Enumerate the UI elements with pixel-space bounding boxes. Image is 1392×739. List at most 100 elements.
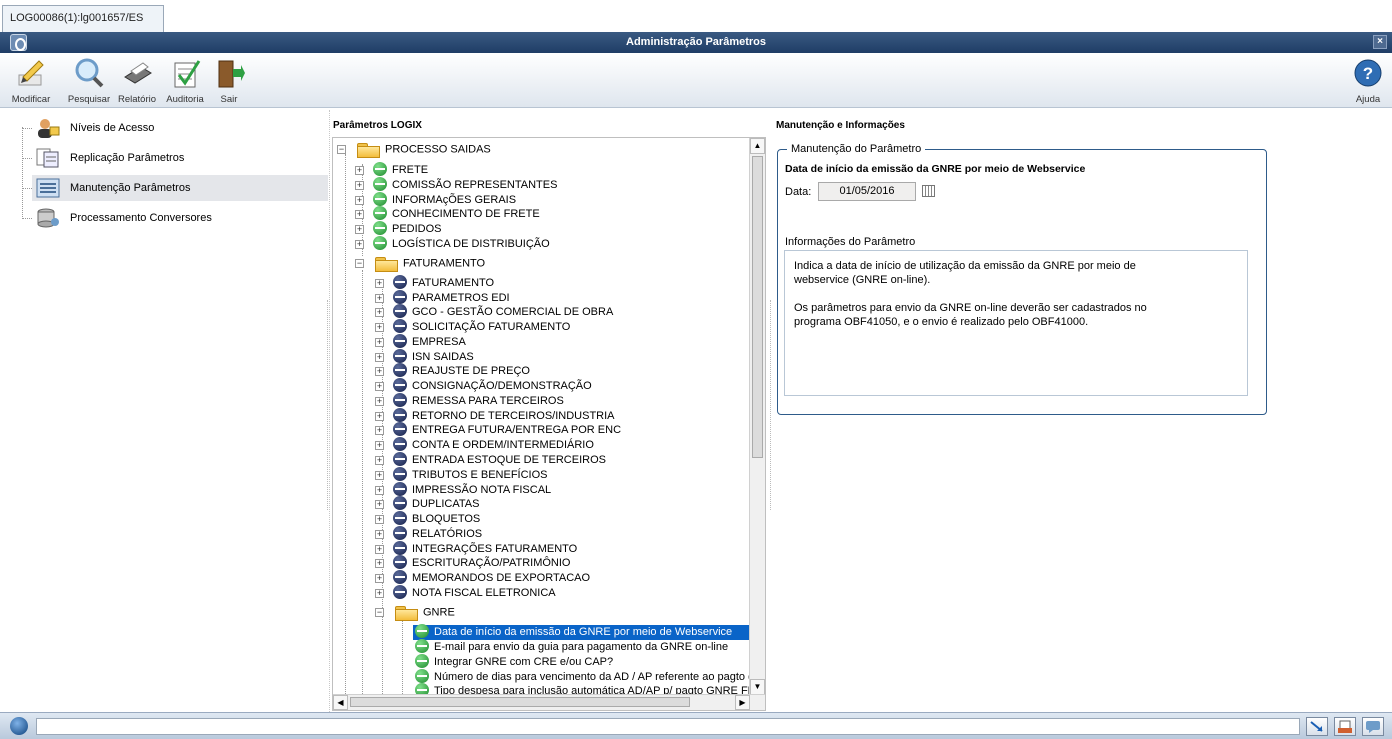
scroll-down-icon[interactable]: ▼ [750, 679, 765, 695]
tree-node[interactable]: + CONSIGNAÇÃO/DEMONSTRAÇÃO [375, 378, 592, 394]
search-button[interactable]: Pesquisar [62, 57, 116, 105]
tree-node[interactable]: + MEMORANDOS DE EXPORTACAO [375, 570, 590, 586]
expand-icon[interactable]: + [355, 210, 364, 219]
tree-node-gnre[interactable]: − GNRE [375, 605, 455, 621]
expand-icon[interactable]: + [355, 166, 364, 175]
nav-item-manutencao[interactable]: Manutenção Parâmetros [32, 175, 328, 201]
tree-node[interactable]: + NOTA FISCAL ELETRONICA [375, 585, 556, 601]
document-tab[interactable]: LOG00086(1):lg001657/ES [2, 5, 164, 32]
expand-icon[interactable]: + [375, 471, 384, 480]
expand-icon[interactable]: + [375, 412, 384, 421]
scroll-thumb[interactable] [350, 697, 690, 707]
expand-icon[interactable]: + [375, 559, 384, 568]
expand-icon[interactable]: + [375, 545, 384, 554]
expand-icon[interactable]: + [375, 530, 384, 539]
tree-node[interactable]: + ENTRADA ESTOQUE DE TERCEIROS [375, 452, 606, 468]
expand-icon[interactable]: + [375, 574, 384, 583]
parameter-group-icon [373, 162, 387, 177]
tree-node[interactable]: + RETORNO DE TERCEIROS/INDUSTRIA [375, 408, 615, 424]
expand-icon[interactable]: + [375, 338, 384, 347]
close-icon[interactable]: × [1373, 35, 1387, 49]
tree-node[interactable]: + DUPLICATAS [375, 496, 479, 512]
tree-node[interactable]: + TRIBUTOS E BENEFÍCIOS [375, 467, 548, 483]
tree-node[interactable]: + PARAMETROS EDI [375, 290, 510, 306]
tree-node[interactable]: + PEDIDOS [355, 221, 442, 237]
app-logo-icon[interactable] [10, 34, 27, 51]
print-preview-icon[interactable] [1334, 717, 1356, 736]
modify-button[interactable]: Modificar [4, 57, 58, 105]
collapse-icon[interactable]: − [355, 259, 364, 268]
expand-icon[interactable]: + [355, 225, 364, 234]
tree-node[interactable]: + RELATÓRIOS [375, 526, 482, 542]
tree-node-faturamento[interactable]: − FATURAMENTO [355, 256, 485, 272]
tree-node[interactable]: + FATURAMENTO [375, 275, 494, 291]
tree-leaf[interactable]: E-mail para envio da guia para pagamento… [415, 639, 728, 655]
tree-node[interactable]: + INTEGRAÇÕES FATURAMENTO [375, 541, 577, 557]
expand-icon[interactable]: + [355, 240, 364, 249]
help-button[interactable]: ? Ajuda [1348, 57, 1388, 105]
tree-node[interactable]: + ISN SAIDAS [375, 349, 474, 365]
collapse-icon[interactable]: − [375, 608, 384, 617]
status-message-field [36, 718, 1300, 735]
tree-node[interactable]: + EMPRESA [375, 334, 466, 350]
parameter-group-icon [393, 437, 407, 452]
tree-node[interactable]: + COMISSÃO REPRESENTANTES [355, 177, 557, 193]
expand-icon[interactable]: + [355, 196, 364, 205]
calendar-icon[interactable] [922, 185, 935, 197]
scroll-up-icon[interactable]: ▲ [750, 138, 765, 154]
parameter-tree[interactable]: − PROCESSO SAIDAS + FRETE + COMISSÃO REPRE… [332, 137, 766, 711]
tree-leaf[interactable]: Número de dias para vencimento da AD / A… [415, 669, 760, 685]
expand-icon[interactable]: + [375, 279, 384, 288]
expand-icon[interactable]: + [375, 589, 384, 598]
expand-icon[interactable]: + [375, 367, 384, 376]
expand-icon[interactable]: + [375, 323, 384, 332]
scroll-right-icon[interactable]: ▶ [735, 695, 750, 710]
date-field[interactable]: 01/05/2016 [818, 182, 916, 201]
tree-horizontal-scrollbar[interactable]: ◀ ▶ [333, 694, 765, 710]
expand-icon[interactable]: + [375, 294, 384, 303]
tree-node[interactable]: + FRETE [355, 162, 428, 178]
scroll-left-icon[interactable]: ◀ [333, 695, 348, 710]
expand-icon[interactable]: + [375, 456, 384, 465]
nav-item-processamento[interactable]: Processamento Conversores [32, 205, 328, 231]
scroll-thumb[interactable] [752, 156, 763, 458]
tree-leaf[interactable]: Integrar GNRE com CRE e/ou CAP? [415, 654, 613, 670]
tree-leaf-selected[interactable]: Data de início da emissão da GNRE por me… [413, 624, 751, 640]
expand-icon[interactable]: + [375, 426, 384, 435]
tree-node[interactable]: + LOGÍSTICA DE DISTRIBUIÇÃO [355, 236, 550, 252]
expand-icon[interactable]: + [375, 308, 384, 317]
tree-node[interactable]: + CONHECIMENTO DE FRETE [355, 206, 540, 222]
tree-node[interactable]: + GCO - GESTÃO COMERCIAL DE OBRA [375, 304, 613, 320]
expand-icon[interactable]: + [375, 500, 384, 509]
tree-node-root[interactable]: − PROCESSO SAIDAS [337, 142, 491, 158]
chat-icon[interactable] [1362, 717, 1384, 736]
resize-icon[interactable] [1306, 717, 1328, 736]
splitter-handle[interactable] [770, 300, 773, 510]
tree-node[interactable]: + ESCRITURAÇÃO/PATRIMÔNIO [375, 555, 571, 571]
exit-button[interactable]: Sair [212, 57, 246, 105]
tree-node[interactable]: + SOLICITAÇÃO FATURAMENTO [375, 319, 570, 335]
info-textarea[interactable]: Indica a data de início de utilização da… [784, 250, 1248, 396]
tree-node[interactable]: + REAJUSTE DE PREÇO [375, 363, 530, 379]
collapse-icon[interactable]: − [337, 145, 346, 154]
tree-node[interactable]: + BLOQUETOS [375, 511, 480, 527]
report-button[interactable]: Relatório [114, 57, 160, 105]
parameter-group-icon [393, 511, 407, 526]
expand-icon[interactable]: + [375, 397, 384, 406]
audit-button[interactable]: Auditoria [162, 57, 208, 105]
nav-item-niveis-acesso[interactable]: Níveis de Acesso [32, 115, 328, 141]
tree-node[interactable]: + REMESSA PARA TERCEIROS [375, 393, 564, 409]
expand-icon[interactable]: + [375, 353, 384, 362]
tree-vertical-scrollbar[interactable]: ▲ ▼ [749, 138, 765, 695]
parameter-icon [415, 639, 429, 654]
splitter-handle[interactable] [327, 300, 330, 510]
expand-icon[interactable]: + [375, 486, 384, 495]
expand-icon[interactable]: + [375, 441, 384, 450]
expand-icon[interactable]: + [375, 515, 384, 524]
nav-item-replicacao[interactable]: Replicação Parâmetros [32, 145, 328, 171]
expand-icon[interactable]: + [375, 382, 384, 391]
info-icon[interactable] [10, 717, 28, 735]
tree-node[interactable]: + CONTA E ORDEM/INTERMEDIÁRIO [375, 437, 594, 453]
tree-node[interactable]: + ENTREGA FUTURA/ENTREGA POR ENC [375, 422, 621, 438]
expand-icon[interactable]: + [355, 181, 364, 190]
